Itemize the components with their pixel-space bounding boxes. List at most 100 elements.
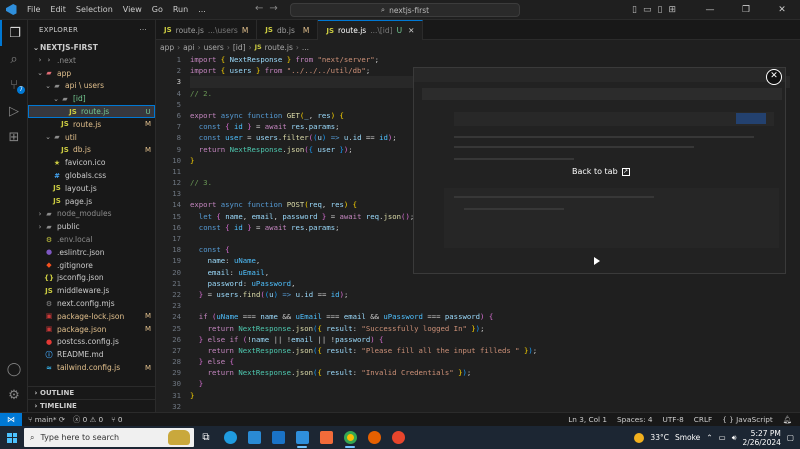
- code-line[interactable]: import { NextResponse } from "next/serve…: [190, 54, 790, 65]
- microsoft-store-icon[interactable]: [242, 426, 266, 449]
- problems-indicator[interactable]: ⓧ 0 ⚠ 0: [73, 415, 103, 425]
- file-tree-item[interactable]: ⌄ ▰ app: [28, 67, 155, 80]
- file-tree-item[interactable]: ⌄ ▰ api \ users: [28, 80, 155, 93]
- taskbar-search[interactable]: ⌕ Type here to search: [24, 428, 194, 447]
- ports-indicator[interactable]: ⑂ 0: [111, 415, 122, 424]
- manage-gear-icon[interactable]: ⚙: [0, 382, 28, 408]
- postman-icon[interactable]: [314, 426, 338, 449]
- run-debug-icon[interactable]: ▷: [0, 98, 28, 124]
- close-tab-icon[interactable]: ✕: [408, 26, 414, 35]
- file-tree-item[interactable]: {} jsconfig.json: [28, 272, 155, 285]
- file-tree-item[interactable]: ▣ package.json M: [28, 323, 155, 336]
- picture-in-picture-video[interactable]: Back to tab ↗: [413, 67, 786, 274]
- back-to-tab-button[interactable]: Back to tab ↗: [572, 167, 630, 176]
- menu-more[interactable]: ...: [193, 0, 211, 20]
- menu-view[interactable]: View: [118, 0, 147, 20]
- close-video-button[interactable]: ✕: [766, 69, 782, 85]
- menu-file[interactable]: File: [22, 0, 45, 20]
- mail-icon[interactable]: [266, 426, 290, 449]
- command-center[interactable]: ⌕ nextjs-first: [290, 3, 520, 17]
- file-tree-item[interactable]: ⚙ next.config.mjs: [28, 297, 155, 310]
- editor-tab[interactable]: JS route.js ...\[id] U ✕: [318, 20, 424, 40]
- network-icon[interactable]: ▭: [719, 433, 726, 442]
- chrome-icon[interactable]: [338, 426, 362, 449]
- weather-temp[interactable]: 33°C: [650, 433, 669, 442]
- firefox-icon[interactable]: [362, 426, 386, 449]
- volume-icon[interactable]: 🔊︎: [732, 433, 737, 443]
- menu-run[interactable]: Run: [168, 0, 193, 20]
- breadcrumb-item[interactable]: api: [183, 43, 194, 52]
- notifications-bell-icon[interactable]: 🔔︎: [783, 415, 792, 424]
- code-line[interactable]: } = users.find((u) => u.id == id);: [190, 289, 790, 300]
- file-tree-item[interactable]: › › .next: [28, 54, 155, 67]
- restore-button[interactable]: ❐: [728, 0, 764, 20]
- notification-center-icon[interactable]: ▢: [787, 433, 794, 442]
- source-control-icon[interactable]: ⑂ 7: [0, 72, 28, 98]
- tray-overflow-icon[interactable]: ⌃: [706, 433, 712, 442]
- file-tree-item[interactable]: JS db.js M: [28, 144, 155, 157]
- task-view-icon[interactable]: ⧉: [194, 426, 218, 449]
- customize-layout-icon[interactable]: ⊞: [668, 5, 676, 15]
- toggle-secondary-sidebar-icon[interactable]: ▯: [658, 5, 663, 15]
- cursor-position[interactable]: Ln 3, Col 1: [568, 415, 607, 424]
- file-tree-item[interactable]: JS middleware.js: [28, 284, 155, 297]
- code-line[interactable]: if (uName === name && uEmail === email &…: [190, 311, 790, 322]
- breadcrumb-item[interactable]: ...: [302, 43, 309, 52]
- editor-tab[interactable]: JS route.js ...\users M: [156, 20, 258, 40]
- account-icon[interactable]: ◯: [0, 356, 28, 382]
- file-tree-item[interactable]: ● .eslintrc.json: [28, 246, 155, 259]
- file-tree-item[interactable]: ⌄ ▰ [id]: [28, 92, 155, 105]
- language-mode[interactable]: { } JavaScript: [722, 415, 773, 424]
- file-tree-item[interactable]: ◆ .gitignore: [28, 259, 155, 272]
- start-button[interactable]: [0, 426, 24, 449]
- indentation[interactable]: Spaces: 4: [617, 415, 652, 424]
- code-line[interactable]: } else {: [190, 356, 790, 367]
- toggle-panel-icon[interactable]: ▭: [643, 5, 652, 15]
- file-tree-item[interactable]: JS route.js U: [28, 105, 155, 118]
- code-line[interactable]: }: [190, 378, 790, 389]
- code-line[interactable]: [190, 401, 790, 412]
- code-line[interactable]: }: [190, 390, 790, 401]
- menu-go[interactable]: Go: [147, 0, 168, 20]
- file-tree-item[interactable]: ● postcss.config.js: [28, 336, 155, 349]
- file-tree-item[interactable]: JS route.js M: [28, 118, 155, 131]
- menu-selection[interactable]: Selection: [71, 0, 118, 20]
- code-line[interactable]: } else if (!name || !email || !password)…: [190, 334, 790, 345]
- more-actions-icon[interactable]: ···: [139, 26, 147, 34]
- file-tree-item[interactable]: ⓘ README.md: [28, 348, 155, 361]
- branch-indicator[interactable]: ⑂ main* ⟳: [28, 415, 65, 424]
- vscode-taskbar-icon[interactable]: [290, 426, 314, 449]
- code-line[interactable]: return NextResponse.json({ result: "Inva…: [190, 367, 790, 378]
- edge-icon[interactable]: [218, 426, 242, 449]
- breadcrumb-item[interactable]: route.js: [265, 43, 293, 52]
- file-tree-item[interactable]: › ▰ node_modules: [28, 208, 155, 221]
- play-icon[interactable]: [594, 257, 600, 265]
- code-line[interactable]: password: uPassword,: [190, 278, 790, 289]
- code-line[interactable]: [190, 300, 790, 311]
- close-window-button[interactable]: ✕: [764, 0, 800, 20]
- menu-edit[interactable]: Edit: [45, 0, 71, 20]
- breadcrumb-item[interactable]: [id]: [233, 43, 246, 52]
- file-tree-item[interactable]: JS page.js: [28, 195, 155, 208]
- clock[interactable]: 5:27 PM 2/26/2024: [742, 429, 780, 447]
- screen-recorder-icon[interactable]: [386, 426, 410, 449]
- extensions-icon[interactable]: ⊞: [0, 124, 28, 150]
- end-of-line[interactable]: CRLF: [694, 415, 712, 424]
- remote-indicator-icon[interactable]: ⋈: [0, 412, 22, 427]
- code-line[interactable]: return NextResponse.json({ result: "Succ…: [190, 323, 790, 334]
- breadcrumb-item[interactable]: app: [160, 43, 174, 52]
- timeline-section[interactable]: › TIMELINE: [28, 399, 156, 412]
- explorer-icon[interactable]: ❐: [0, 20, 28, 46]
- file-tree-item[interactable]: ⌄ ▰ util: [28, 131, 155, 144]
- file-tree-item[interactable]: ⚙ .env.local: [28, 233, 155, 246]
- file-tree-item[interactable]: ▣ package-lock.json M: [28, 310, 155, 323]
- workspace-root[interactable]: ⌄ NEXTJS-FIRST: [28, 40, 155, 54]
- file-tree-item[interactable]: ★ favicon.ico: [28, 156, 155, 169]
- breadcrumb-item[interactable]: users: [204, 43, 224, 52]
- editor-tab[interactable]: JS db.js M: [257, 20, 319, 40]
- file-tree-item[interactable]: › ▰ public: [28, 220, 155, 233]
- back-arrow-icon[interactable]: ←: [255, 3, 263, 14]
- forward-arrow-icon[interactable]: →: [269, 3, 277, 14]
- toggle-sidebar-icon[interactable]: ▯: [632, 5, 637, 15]
- file-tree-item[interactable]: # globals.css: [28, 169, 155, 182]
